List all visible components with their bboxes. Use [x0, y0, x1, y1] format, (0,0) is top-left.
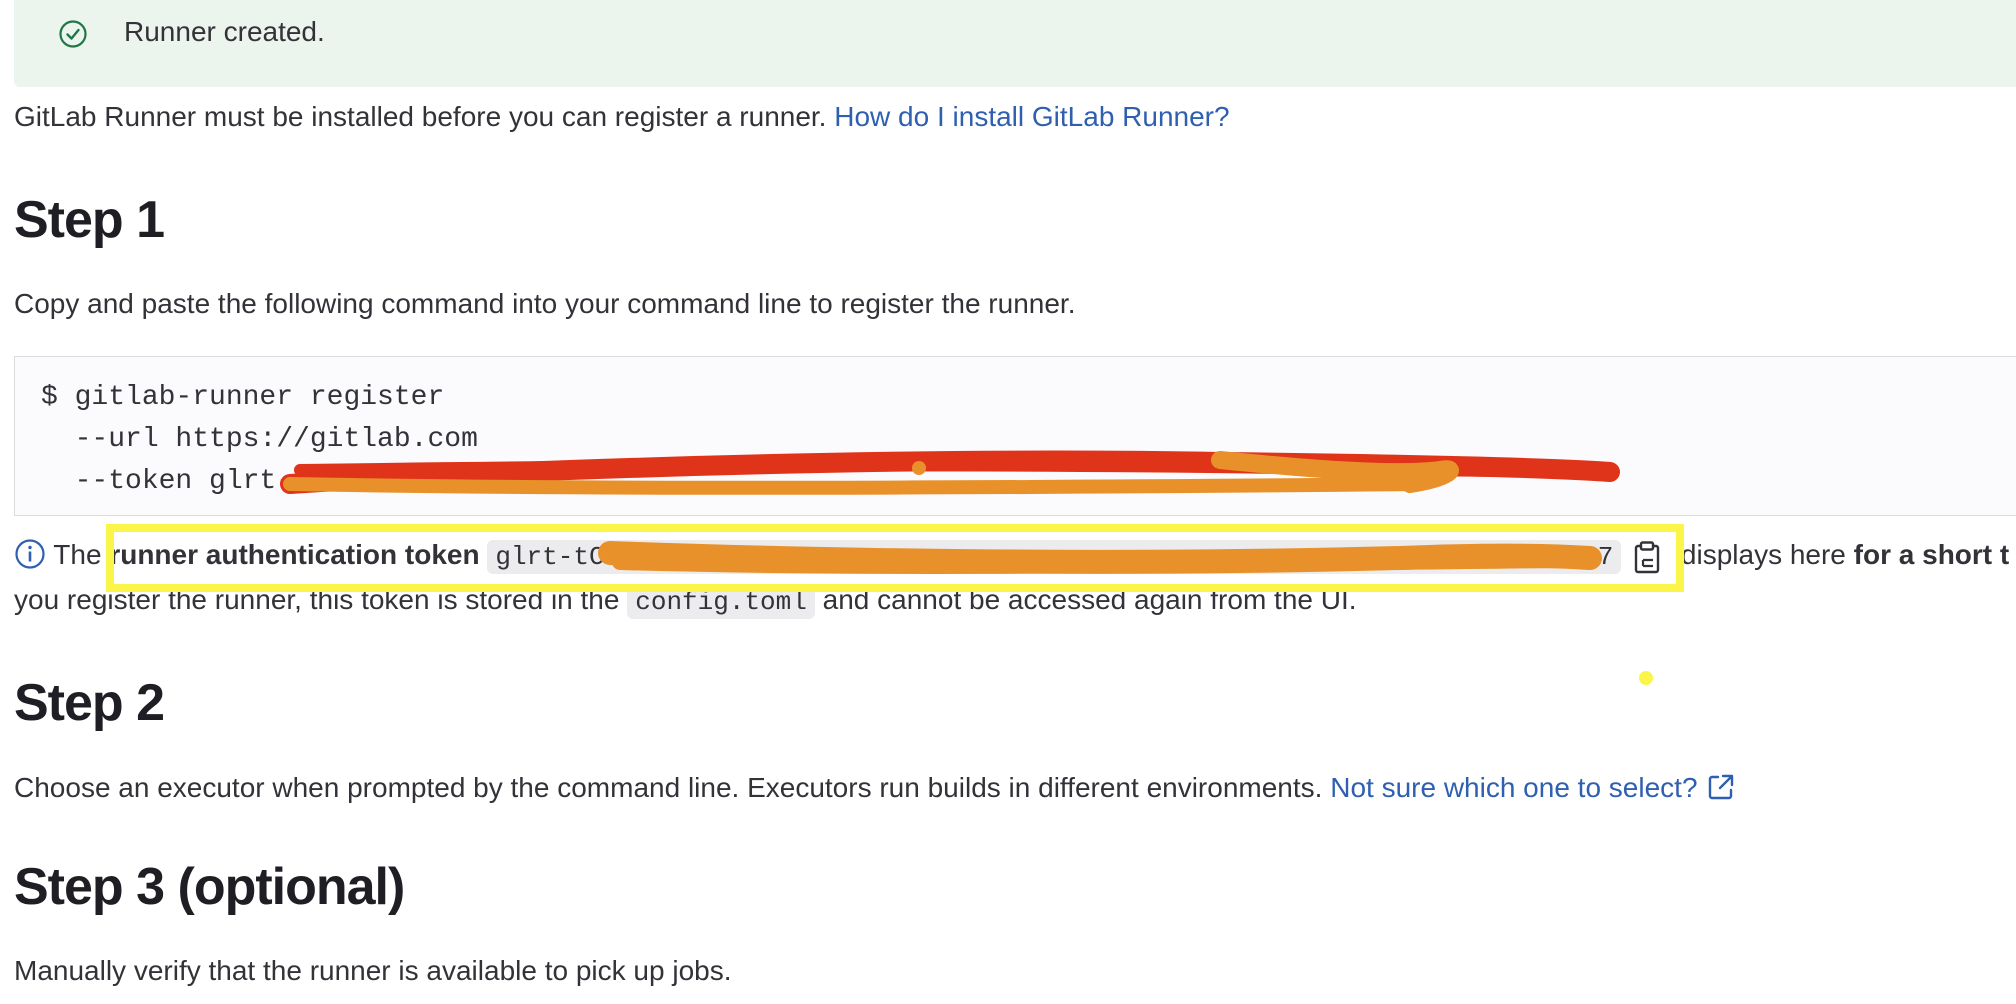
install-notice: GitLab Runner must be installed before y… — [14, 101, 1230, 133]
step2-description: Choose an executor when prompted by the … — [14, 772, 1736, 804]
executor-help-link[interactable]: Not sure which one to select? — [1330, 772, 1697, 803]
register-command-block[interactable]: $ gitlab-runner register --url https://g… — [14, 356, 2016, 516]
token-note-suffix: displays here — [1673, 539, 1854, 570]
info-icon — [15, 539, 45, 569]
code-line: --token glrt- — [41, 466, 294, 497]
code-line: --url https://gitlab.com — [41, 424, 478, 455]
step1-title: Step 1 — [14, 191, 165, 249]
step1-description: Copy and paste the following command int… — [14, 288, 1076, 319]
token-note-prefix: The — [53, 539, 110, 570]
step3-description: Manually verify that the runner is avail… — [14, 955, 732, 986]
success-alert: Runner created. — [14, 0, 2016, 87]
install-runner-link[interactable]: How do I install GitLab Runner? — [834, 101, 1229, 132]
step3-title: Step 3 (optional) — [14, 858, 405, 916]
install-notice-text: GitLab Runner must be installed before y… — [14, 101, 835, 132]
highlight-annotation — [106, 524, 1684, 592]
check-circle-icon — [59, 20, 87, 48]
external-link-icon[interactable] — [1706, 772, 1736, 802]
code-line: $ gitlab-runner register — [41, 382, 445, 413]
alert-message: Runner created. — [124, 16, 325, 47]
step2-title: Step 2 — [14, 674, 165, 732]
token-note-bold-end: for a short t — [1853, 539, 2010, 570]
